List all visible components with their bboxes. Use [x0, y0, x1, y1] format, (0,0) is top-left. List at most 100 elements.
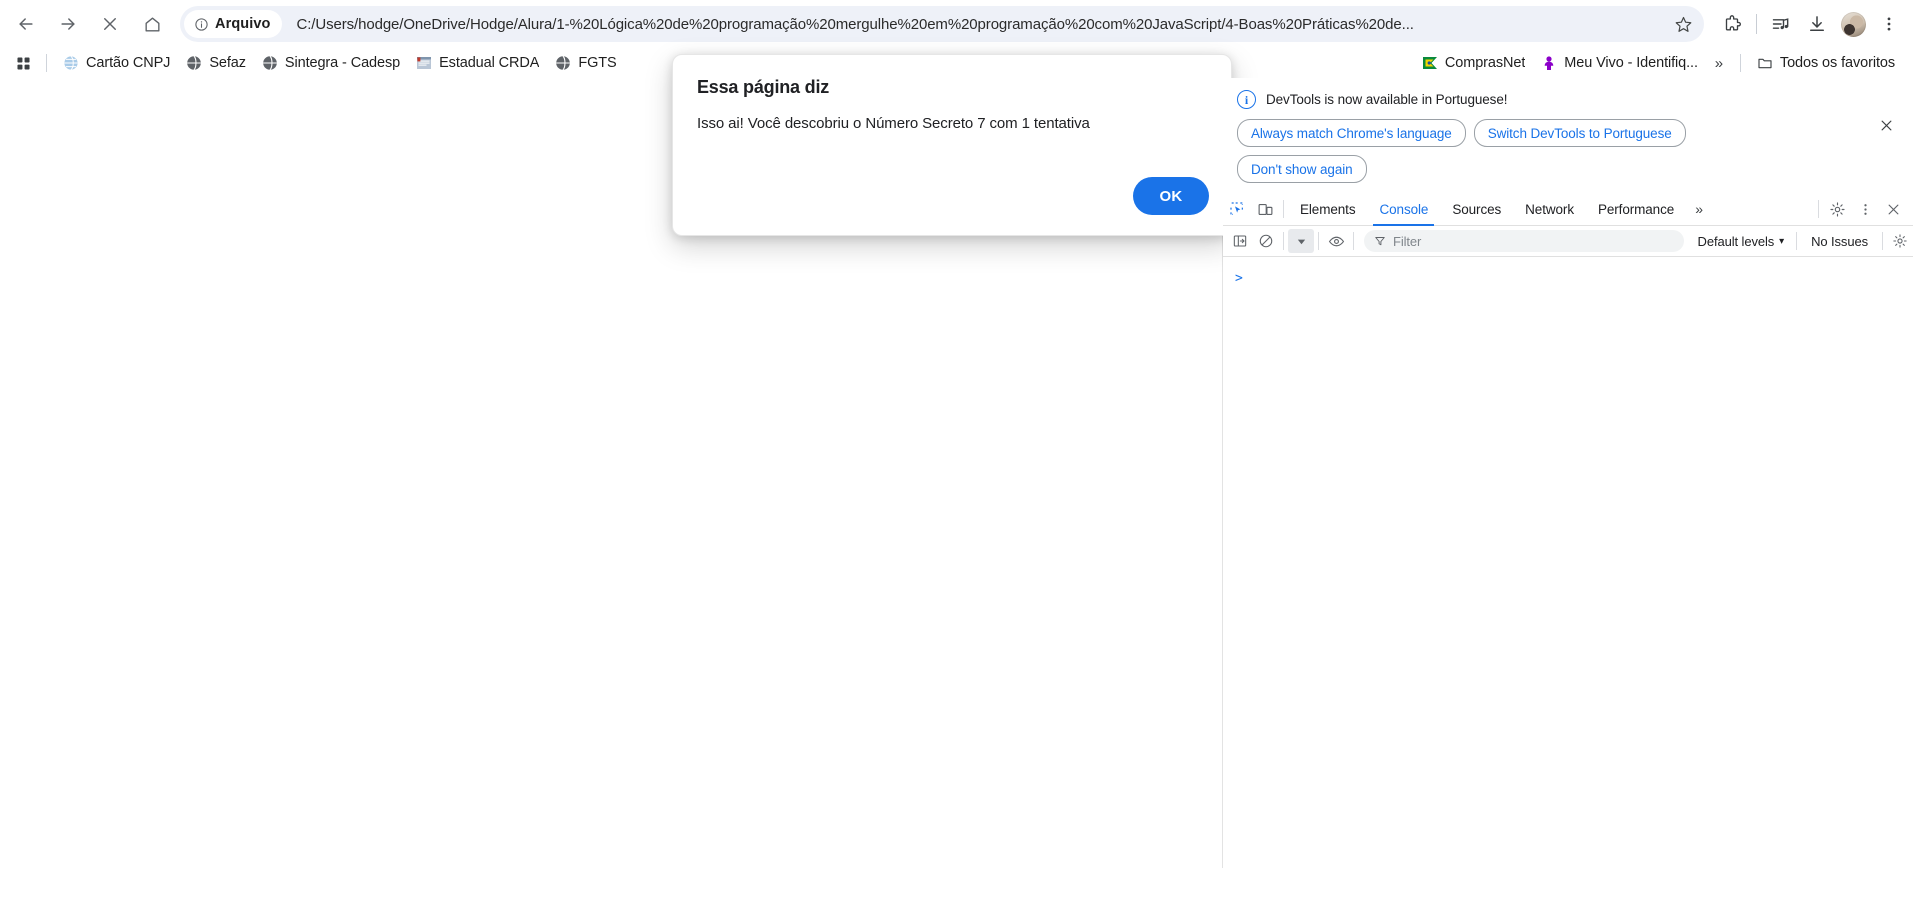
bookmark-item-cartao-cnpj[interactable]: Cartão CNPJ: [55, 51, 178, 75]
clear-console-button[interactable]: [1253, 229, 1279, 253]
home-button[interactable]: [134, 6, 170, 42]
dialog-message: Isso ai! Você descobriu o Número Secreto…: [697, 115, 1090, 132]
toolbar-divider: [1756, 14, 1757, 34]
devtools-more-button[interactable]: [1851, 196, 1879, 222]
media-note-icon: [1772, 18, 1789, 30]
bookmark-item-sintegra-cadesp[interactable]: Sintegra - Cadesp: [254, 51, 408, 75]
console-filter-input[interactable]: Filter: [1364, 230, 1684, 252]
close-x-icon: [104, 18, 116, 30]
gear-icon: [1829, 201, 1845, 217]
banner-button-group: Always match Chrome's language Switch De…: [1223, 109, 1811, 183]
back-arrow-icon: [19, 18, 33, 30]
browser-window: Arquivo C:/Users/hodge/OneDrive/Hodge/Al…: [0, 0, 1913, 917]
dialog-title: Essa página diz: [697, 77, 830, 97]
filter-placeholder: Filter: [1393, 233, 1422, 249]
bookmark-item-meu-vivo[interactable]: Meu Vivo - Identifiq...: [1533, 51, 1706, 75]
address-bar[interactable]: Arquivo C:/Users/hodge/OneDrive/Hodge/Al…: [180, 6, 1704, 42]
banner-close-button[interactable]: [1875, 114, 1897, 136]
devtools-panel: i DevTools is now available in Portugues…: [1223, 78, 1913, 917]
inspect-cursor-icon: [1230, 202, 1243, 215]
console-toolbar-divider-2: [1318, 232, 1319, 250]
always-match-language-button[interactable]: Always match Chrome's language: [1237, 119, 1466, 147]
bookmark-label: FGTS: [578, 55, 617, 71]
all-bookmarks-label: Todos os favoritos: [1779, 55, 1895, 71]
avatar: [1840, 11, 1866, 37]
apps-grid-button[interactable]: [8, 50, 38, 76]
device-toggle-icon: [1258, 203, 1272, 215]
console-toolbar-divider-5: [1882, 232, 1883, 250]
tab-elements[interactable]: Elements: [1288, 194, 1367, 225]
globe-icon: [64, 55, 78, 70]
media-control-button[interactable]: [1763, 6, 1799, 42]
more-vertical-icon: [1863, 203, 1867, 215]
chrome-menu-button[interactable]: [1871, 6, 1907, 42]
address-bar-url[interactable]: C:/Users/hodge/OneDrive/Hodge/Alura/1-%2…: [296, 16, 1666, 33]
bookmarks-overflow-button[interactable]: »: [1706, 51, 1732, 75]
star-icon: [1675, 16, 1691, 32]
forward-arrow-icon: [61, 18, 75, 30]
issues-counter[interactable]: No Issues: [1801, 234, 1878, 249]
sidebar-panel-icon: [1233, 235, 1247, 247]
bookmark-item-comprasnet[interactable]: ComprasNet: [1414, 51, 1533, 75]
globe-icon: [187, 55, 202, 71]
forward-button[interactable]: [50, 6, 86, 42]
execution-context-selector[interactable]: [1288, 229, 1314, 253]
tabs-overflow-button[interactable]: »: [1686, 196, 1712, 222]
extensions-button[interactable]: [1714, 6, 1750, 42]
devtools-close-button[interactable]: [1879, 196, 1907, 222]
bookmark-star-icon[interactable]: [1666, 7, 1700, 41]
scheme-chip[interactable]: Arquivo: [184, 10, 283, 38]
device-toolbar-button[interactable]: [1251, 196, 1279, 222]
devtools-settings-button[interactable]: [1823, 196, 1851, 222]
bookmark-label: ComprasNet: [1444, 55, 1526, 71]
bookmarks-divider-2: [1739, 54, 1741, 72]
bookmark-label: Cartão CNPJ: [86, 55, 171, 71]
bookmarks-divider: [46, 54, 47, 72]
devtools-tab-bar: Elements Console Sources Network Perform…: [1223, 193, 1913, 226]
vivo-person-icon: [1544, 56, 1554, 70]
console-toolbar-divider-3: [1353, 232, 1354, 250]
console-toolbar-divider-4: [1796, 232, 1798, 250]
downloads-button[interactable]: [1799, 6, 1835, 42]
apps-grid-icon: [16, 56, 30, 70]
home-icon: [144, 16, 160, 32]
globe-icon: [556, 55, 571, 71]
back-button[interactable]: [8, 6, 44, 42]
javascript-alert-dialog: Essa página diz Isso ai! Você descobriu …: [672, 54, 1232, 236]
chevron-down-icon: [1297, 239, 1305, 244]
eye-icon: [1328, 236, 1344, 246]
live-expression-button[interactable]: [1323, 229, 1349, 253]
dialog-ok-button[interactable]: OK: [1133, 177, 1209, 215]
bookmark-item-sefaz[interactable]: Sefaz: [178, 51, 254, 75]
console-sidebar-toggle[interactable]: [1227, 229, 1253, 253]
stop-button[interactable]: [92, 6, 128, 42]
info-icon: i: [1237, 90, 1256, 109]
console-toolbar: Filter Default levels ▾ No Issues: [1223, 226, 1913, 257]
tab-console[interactable]: Console: [1367, 194, 1440, 226]
profile-button[interactable]: [1835, 6, 1871, 42]
clear-circle-slash-icon: [1259, 234, 1273, 248]
filter-icon: [1375, 237, 1385, 246]
info-circle-icon: [195, 17, 208, 31]
console-toolbar-divider: [1283, 232, 1284, 250]
console-output-area[interactable]: >: [1223, 257, 1913, 917]
all-bookmarks-button[interactable]: Todos os favoritos: [1749, 51, 1903, 75]
dont-show-again-button[interactable]: Don't show again: [1237, 155, 1367, 183]
tab-sources[interactable]: Sources: [1440, 194, 1513, 225]
folder-icon: [1758, 58, 1772, 69]
inspect-element-button[interactable]: [1223, 196, 1251, 222]
devtools-language-banner: i DevTools is now available in Portugues…: [1223, 78, 1913, 193]
more-vertical-icon: [1887, 17, 1891, 31]
tab-network[interactable]: Network: [1513, 194, 1586, 225]
switch-devtools-language-button[interactable]: Switch DevTools to Portuguese: [1473, 119, 1686, 147]
close-icon: [1888, 204, 1898, 214]
tabbar-divider: [1283, 200, 1284, 218]
log-level-selector[interactable]: Default levels ▾: [1690, 234, 1793, 249]
extensions-puzzle-icon: [1725, 15, 1741, 31]
bookmark-item-estadual-crda[interactable]: Estadual CRDA: [408, 51, 547, 75]
console-prompt-caret: >: [1235, 271, 1243, 286]
bookmark-item-fgts[interactable]: FGTS: [547, 51, 624, 75]
globe-icon: [263, 55, 277, 71]
console-settings-button[interactable]: [1887, 229, 1913, 253]
tab-performance[interactable]: Performance: [1586, 194, 1686, 225]
